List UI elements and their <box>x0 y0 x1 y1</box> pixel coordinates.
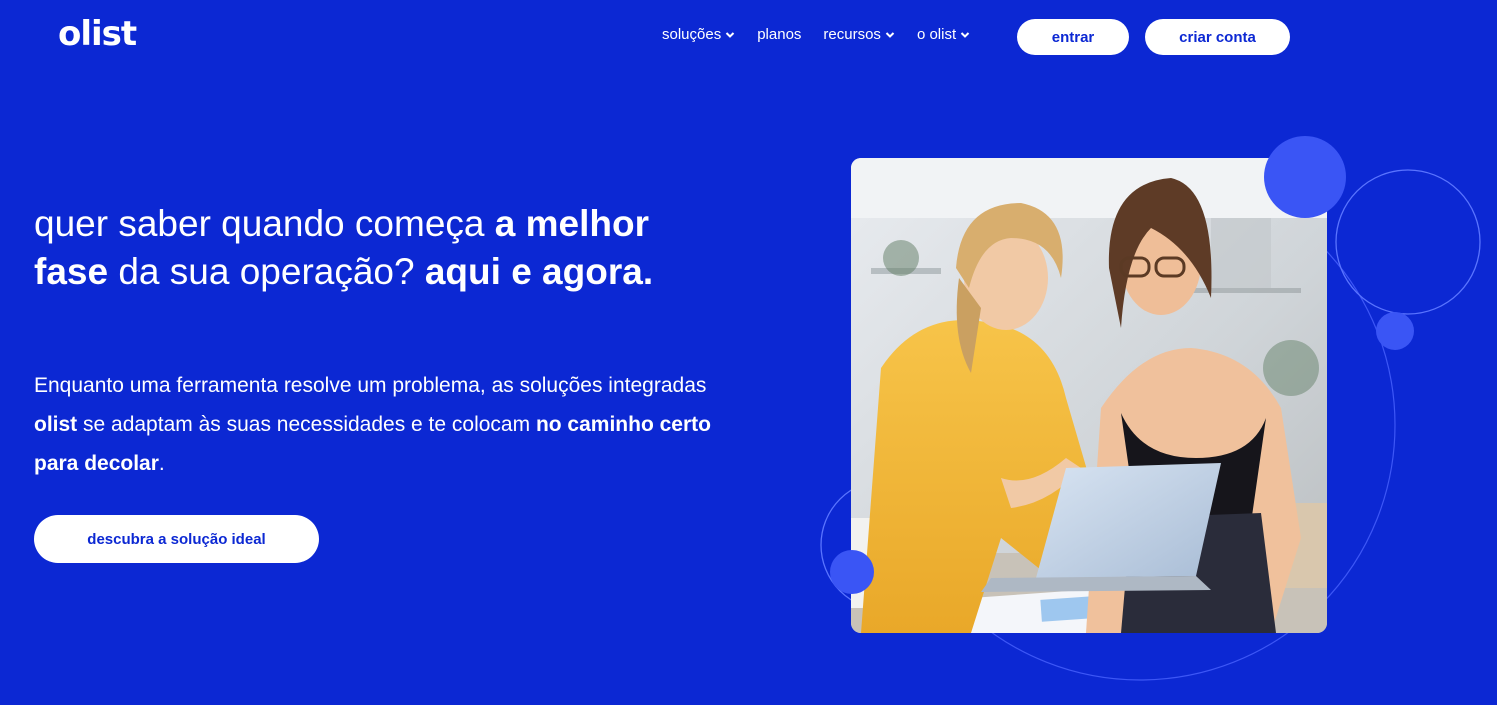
nav-item-o-olist[interactable]: o olist <box>917 26 970 43</box>
headline-part: da sua operação? <box>108 251 425 292</box>
hero-photo <box>851 158 1327 633</box>
subtitle-emphasis: olist <box>34 413 78 436</box>
photo-two-women-laptop-icon <box>851 158 1327 633</box>
subtitle-part: Enquanto uma ferramenta resolve um probl… <box>34 374 707 397</box>
top-navigation-bar: olist soluções planos recursos o olist e… <box>0 0 1497 75</box>
signup-button[interactable]: criar conta <box>1145 19 1290 55</box>
nav-label: planos <box>757 26 802 43</box>
headline-emphasis: aqui e agora. <box>424 251 654 292</box>
main-nav: soluções planos recursos o olist <box>662 26 970 43</box>
chevron-down-icon <box>885 31 895 38</box>
subtitle-part: se adaptam às suas necessidades e te col… <box>77 413 536 436</box>
chevron-down-icon <box>960 31 970 38</box>
chevron-down-icon <box>725 31 735 38</box>
headline-part: quer saber quando começa <box>34 203 495 244</box>
nav-label: soluções <box>662 26 722 43</box>
olist-logo[interactable]: olist <box>58 14 137 54</box>
nav-item-recursos[interactable]: recursos <box>823 26 895 43</box>
login-button[interactable]: entrar <box>1017 19 1129 55</box>
nav-item-solucoes[interactable]: soluções <box>662 26 735 43</box>
hero-headline: quer saber quando começa a melhor fase d… <box>34 200 724 296</box>
nav-label: recursos <box>823 26 881 43</box>
hero-subtitle: Enquanto uma ferramenta resolve um probl… <box>34 366 714 483</box>
discover-solution-button[interactable]: descubra a solução ideal <box>34 515 319 563</box>
subtitle-part: . <box>158 452 165 475</box>
nav-item-planos[interactable]: planos <box>757 26 801 43</box>
nav-label: o olist <box>916 26 957 43</box>
